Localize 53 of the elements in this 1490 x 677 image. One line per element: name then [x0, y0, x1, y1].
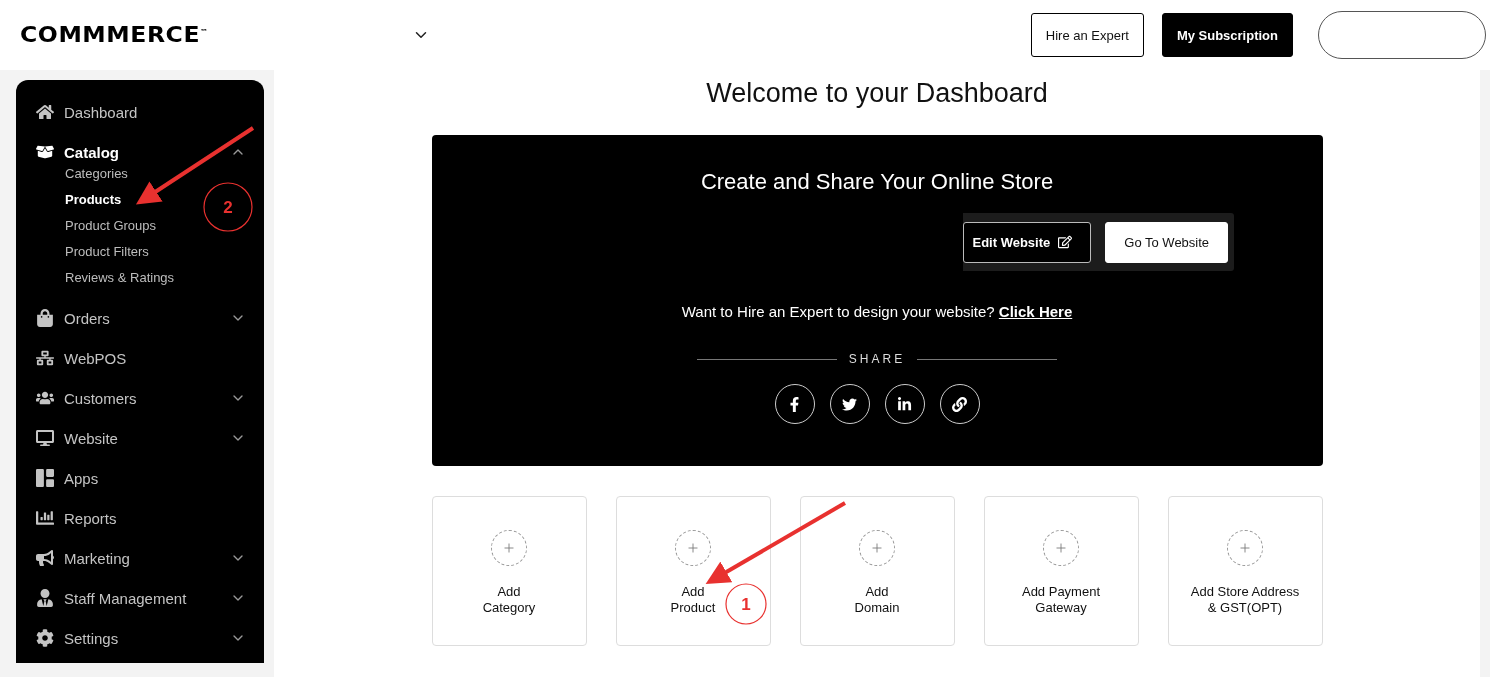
- tile-label: Add Payment Gateway: [1021, 584, 1100, 616]
- sidebar-item[interactable]: Marketing: [16, 538, 264, 578]
- sidebar-subitem[interactable]: Reviews & Ratings: [65, 264, 175, 290]
- home-icon: [35, 102, 55, 122]
- go-to-website-button[interactable]: Go To Website: [1105, 221, 1229, 263]
- tile-label: Add Product: [670, 584, 716, 616]
- bag-icon: [35, 308, 55, 328]
- network-icon: [35, 348, 55, 368]
- hire-text: Want to Hire an Expert to design your website? Click Here: [681, 303, 1073, 320]
- action-tile[interactable]: Add Category: [431, 496, 587, 646]
- sidebar-item[interactable]: Dashboard: [16, 92, 264, 132]
- twitter-icon: [842, 396, 857, 412]
- page-title: Welcome to your Dashboard: [706, 78, 1048, 109]
- bar-chart-icon: [35, 508, 55, 528]
- profile-pill[interactable]: [1318, 11, 1486, 59]
- edit-website-button[interactable]: Edit Website: [962, 221, 1092, 263]
- click-here-link[interactable]: Click Here: [998, 303, 1073, 320]
- annotation-number: 2: [223, 198, 233, 217]
- tile-label: Add Domain: [854, 584, 900, 616]
- sidebar-subitem[interactable]: Product Filters: [65, 238, 149, 264]
- monitor-icon: [35, 428, 55, 448]
- sidebar-subitem[interactable]: Products: [65, 186, 122, 212]
- sidebar-item[interactable]: Customers: [16, 378, 264, 418]
- grid-icon: [35, 468, 55, 488]
- sidebar-item[interactable]: Reports: [16, 498, 264, 538]
- sidebar-item[interactable]: Settings: [16, 618, 264, 658]
- link-icon: [952, 396, 967, 412]
- sidebar-item[interactable]: WebPOS: [16, 338, 264, 378]
- linkedin-icon: [897, 396, 912, 412]
- hire-expert-button[interactable]: Hire an Expert: [1030, 13, 1144, 57]
- annotation-circle: [725, 583, 767, 625]
- action-tile[interactable]: Add Payment Gateway: [983, 496, 1139, 646]
- card-title: Create and Share Your Online Store: [700, 169, 1054, 195]
- tile-label: Add Category: [482, 584, 536, 616]
- sidebar-item[interactable]: Apps: [16, 458, 264, 498]
- sidebar-subitem[interactable]: Product Groups: [65, 212, 157, 238]
- share-label: SHARE: [848, 352, 906, 366]
- edit-icon: [1058, 235, 1073, 249]
- annotation-number: 1: [741, 595, 751, 614]
- logo: COMMMERCE$^{™}$: [20, 23, 210, 47]
- person-icon: [35, 588, 55, 608]
- action-tile[interactable]: Add Domain: [799, 496, 955, 646]
- megaphone-icon: [35, 548, 55, 568]
- sidebar-item[interactable]: Staff Management: [16, 578, 264, 618]
- sidebar-item[interactable]: Website: [16, 418, 264, 458]
- annotation-circle: [203, 182, 253, 232]
- tile-label: Add Store Address & GST(OPT): [1190, 584, 1300, 616]
- facebook-icon: [787, 396, 802, 412]
- action-tile[interactable]: Add Store Address & GST(OPT): [1167, 496, 1323, 646]
- settings-icon: [35, 628, 55, 648]
- sidebar-subitem[interactable]: Categories: [65, 160, 128, 186]
- sidebar-item[interactable]: Orders: [16, 298, 264, 338]
- subscription-button[interactable]: My Subscription: [1161, 13, 1293, 57]
